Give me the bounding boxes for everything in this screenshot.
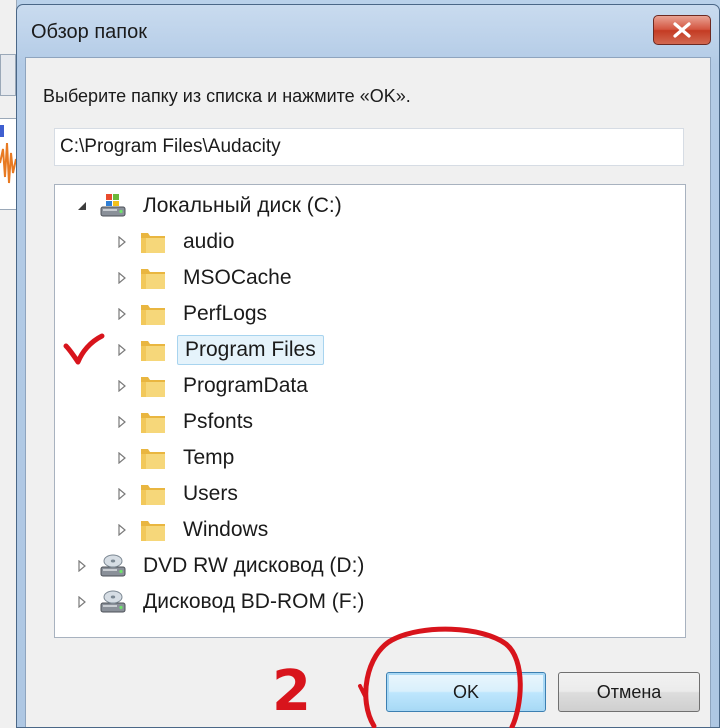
- hard-drive-icon: [97, 191, 129, 221]
- optical-drive-icon: [97, 587, 129, 617]
- collapsed-arrow-icon[interactable]: [113, 377, 131, 395]
- tree-item-folder[interactable]: MSOCache: [113, 261, 298, 295]
- collapsed-arrow-icon[interactable]: [113, 269, 131, 287]
- background-app-window: [0, 0, 17, 728]
- background-waveform: [0, 118, 16, 210]
- background-tab: [0, 54, 16, 96]
- selected-path-field: C:\Program Files\Audacity: [54, 128, 684, 166]
- collapsed-arrow-icon[interactable]: [113, 449, 131, 467]
- tree-item-label: Дисковод BD-ROM (F:): [143, 590, 365, 613]
- tree-item-label: Windows: [183, 518, 269, 541]
- folder-icon: [137, 371, 169, 401]
- tree-item-label: Temp: [183, 446, 235, 469]
- collapsed-arrow-icon[interactable]: [73, 557, 91, 575]
- tree-item-label: DVD RW дисковод (D:): [143, 554, 365, 577]
- folder-icon: [137, 443, 169, 473]
- tree-item-folder[interactable]: Windows: [113, 513, 274, 547]
- tree-item-label: ProgramData: [183, 374, 308, 397]
- collapsed-arrow-icon[interactable]: [113, 305, 131, 323]
- folder-icon: [137, 299, 169, 329]
- tree-item-label: audio: [183, 230, 235, 253]
- title-bar[interactable]: Обзор папок: [17, 5, 719, 57]
- tree-item-label: Users: [183, 482, 238, 505]
- folder-browser-dialog: Обзор папок Выберите папку из списка и н…: [16, 4, 720, 728]
- folder-icon: [137, 263, 169, 293]
- collapsed-arrow-icon[interactable]: [113, 485, 131, 503]
- ok-button[interactable]: OK: [386, 672, 546, 712]
- collapsed-arrow-icon[interactable]: [113, 521, 131, 539]
- dialog-body: Выберите папку из списка и нажмите «OK».…: [25, 57, 711, 727]
- folder-icon: [137, 407, 169, 437]
- collapsed-arrow-icon[interactable]: [113, 341, 131, 359]
- collapsed-arrow-icon[interactable]: [113, 413, 131, 431]
- optical-drive-icon: [97, 551, 129, 581]
- tree-item-label: PerfLogs: [183, 302, 268, 325]
- instruction-text: Выберите папку из списка и нажмите «OK».: [43, 86, 411, 106]
- tree-item-dvd-drive[interactable]: DVD RW дисковод (D:): [73, 549, 370, 583]
- folder-icon: [137, 335, 169, 365]
- close-icon: [673, 22, 691, 38]
- tree-item-label: MSOCache: [183, 266, 292, 289]
- dialog-title: Обзор папок: [31, 21, 147, 43]
- tree-item-bd-drive[interactable]: Дисковод BD-ROM (F:): [73, 585, 370, 619]
- folder-icon: [137, 515, 169, 545]
- tree-item-folder[interactable]: PerfLogs: [113, 297, 273, 331]
- tree-item-label: Локальный диск (C:): [143, 194, 342, 217]
- expanded-arrow-icon[interactable]: [73, 197, 91, 215]
- folder-tree[interactable]: Локальный диск (C:) audio MSOCache PerfL…: [54, 184, 686, 638]
- tree-item-folder[interactable]: ProgramData: [113, 369, 314, 403]
- tree-item-label: Program Files: [177, 335, 324, 365]
- close-button[interactable]: [653, 15, 711, 45]
- tree-item-local-disk[interactable]: Локальный диск (C:): [73, 189, 348, 223]
- tree-item-folder-selected[interactable]: Program Files: [113, 333, 324, 367]
- tree-item-folder[interactable]: Users: [113, 477, 244, 511]
- cancel-button[interactable]: Отмена: [558, 672, 700, 712]
- collapsed-arrow-icon[interactable]: [113, 233, 131, 251]
- tree-item-label: Psfonts: [183, 410, 254, 433]
- folder-icon: [137, 227, 169, 257]
- tree-item-folder[interactable]: Psfonts: [113, 405, 259, 439]
- collapsed-arrow-icon[interactable]: [73, 593, 91, 611]
- folder-icon: [137, 479, 169, 509]
- tree-item-folder[interactable]: audio: [113, 225, 240, 259]
- tree-item-folder[interactable]: Temp: [113, 441, 240, 475]
